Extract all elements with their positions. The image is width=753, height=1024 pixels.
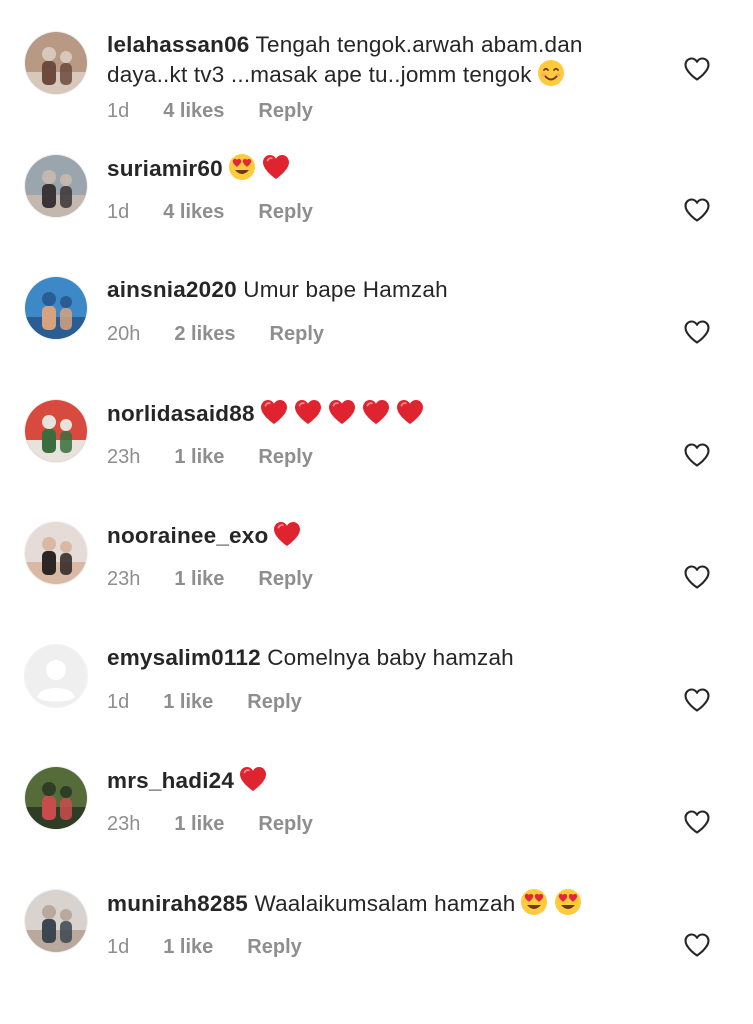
red-heart-emoji: [238, 765, 268, 793]
reply-button[interactable]: Reply: [258, 813, 312, 836]
comment-text: munirah8285 Waalaikumsalam hamzah: [107, 888, 647, 918]
red-heart-emoji: [259, 398, 289, 426]
comment-meta: 1d 1 like Reply: [107, 691, 302, 714]
comment-item: noorainee_exo 23h 1 like Reply: [0, 520, 753, 642]
comment-timestamp: 1d: [107, 200, 130, 223]
comment-meta: 1d 4 likes Reply: [107, 201, 313, 224]
avatar[interactable]: [25, 399, 87, 462]
avatar[interactable]: [25, 644, 87, 707]
comment-meta: 23h 1 like Reply: [107, 568, 313, 591]
avatar[interactable]: [25, 277, 87, 339]
likes-count-link[interactable]: 1 like: [163, 691, 213, 714]
like-heart-icon[interactable]: [683, 197, 711, 223]
like-heart-icon[interactable]: [683, 809, 711, 835]
comment-body: Comelnya baby hamzah: [267, 644, 514, 670]
comment-body: Umur bape Hamzah: [243, 277, 448, 302]
reply-button[interactable]: Reply: [270, 323, 324, 346]
likes-count-link[interactable]: 1 like: [174, 446, 224, 469]
comment-timestamp: 23h: [107, 568, 141, 590]
red-heart-emoji: [293, 398, 323, 426]
comment-body: Waalaikumsalam hamzah: [254, 890, 516, 916]
comments-list: lelahassan06 Tengah tengok.arwah abam.da…: [0, 0, 753, 1024]
username-link[interactable]: mrs_hadi24: [107, 768, 234, 793]
comment-text: ainsnia2020 Umur bape Hamzah: [107, 275, 647, 304]
like-heart-icon[interactable]: [683, 442, 711, 468]
comment-item: munirah8285 Waalaikumsalam hamzah 1d 1 lik…: [0, 888, 753, 1010]
comment-timestamp: 1d: [107, 690, 130, 713]
comment-meta: 1d 1 like Reply: [107, 936, 302, 959]
like-heart-icon[interactable]: [683, 932, 711, 958]
comment-item: norlidasaid88 23h 1 like Reply: [0, 398, 753, 520]
comment-item: ainsnia2020 Umur bape Hamzah 20h 2 likes Re…: [0, 275, 753, 397]
comment-timestamp: 23h: [107, 813, 141, 835]
comment-text: mrs_hadi24: [107, 765, 647, 795]
red-heart-emoji: [395, 398, 425, 426]
likes-count-link[interactable]: 4 likes: [163, 201, 224, 224]
heart-eyes-emoji: [519, 888, 549, 916]
reply-button[interactable]: Reply: [258, 100, 312, 123]
likes-count-link[interactable]: 4 likes: [163, 100, 224, 123]
comment-meta: 1d 4 likes Reply: [107, 100, 313, 123]
comment-item: mrs_hadi24 23h 1 like Reply: [0, 765, 753, 887]
red-heart-emoji: [272, 520, 302, 548]
reply-button[interactable]: Reply: [247, 936, 301, 959]
comment-timestamp: 23h: [107, 445, 141, 468]
comment-timestamp: 1d: [107, 935, 130, 958]
comment-text: emysalim0112 Comelnya baby hamzah: [107, 643, 647, 672]
red-heart-emoji: [327, 398, 357, 426]
like-heart-icon[interactable]: [683, 319, 711, 345]
comment-text: suriamir60: [107, 153, 647, 183]
comment-item: emysalim0112 Comelnya baby hamzah 1d 1 lik…: [0, 643, 753, 765]
reply-button[interactable]: Reply: [247, 691, 301, 714]
like-heart-icon[interactable]: [683, 564, 711, 590]
heart-eyes-emoji: [553, 888, 583, 916]
username-link[interactable]: lelahassan06: [107, 32, 250, 57]
comment-timestamp: 20h: [107, 323, 141, 345]
like-heart-icon[interactable]: [683, 56, 711, 82]
heart-eyes-emoji: [227, 153, 257, 181]
comment-text: lelahassan06 Tengah tengok.arwah abam.da…: [107, 30, 647, 89]
reply-button[interactable]: Reply: [258, 446, 312, 469]
like-heart-icon[interactable]: [683, 687, 711, 713]
username-link[interactable]: ainsnia2020: [107, 277, 237, 302]
username-link[interactable]: suriamir60: [107, 156, 223, 181]
comment-item: lelahassan06 Tengah tengok.arwah abam.da…: [0, 30, 753, 152]
likes-count-link[interactable]: 1 like: [163, 936, 213, 959]
username-link[interactable]: munirah8285: [107, 891, 248, 916]
avatar[interactable]: [25, 522, 87, 584]
comment-timestamp: 1d: [107, 100, 130, 122]
comment-meta: 23h 1 like Reply: [107, 446, 313, 469]
smiling-face-emoji: [536, 59, 566, 87]
username-link[interactable]: emysalim0112: [107, 645, 261, 670]
comment-meta: 20h 2 likes Reply: [107, 323, 324, 346]
avatar[interactable]: [25, 154, 87, 217]
likes-count-link[interactable]: 2 likes: [174, 323, 235, 346]
comment-text: noorainee_exo: [107, 520, 647, 550]
username-link[interactable]: norlidasaid88: [107, 401, 255, 426]
avatar[interactable]: [25, 767, 87, 829]
avatar[interactable]: [25, 889, 87, 952]
comment-meta: 23h 1 like Reply: [107, 813, 313, 836]
red-heart-emoji: [261, 153, 291, 181]
reply-button[interactable]: Reply: [258, 201, 312, 224]
avatar[interactable]: [25, 32, 87, 94]
reply-button[interactable]: Reply: [258, 568, 312, 591]
likes-count-link[interactable]: 1 like: [174, 813, 224, 836]
likes-count-link[interactable]: 1 like: [174, 568, 224, 591]
red-heart-emoji: [361, 398, 391, 426]
username-link[interactable]: noorainee_exo: [107, 523, 268, 548]
comment-item: suriamir60 1d 4 likes Reply: [0, 153, 753, 275]
comment-text: norlidasaid88: [107, 398, 647, 428]
